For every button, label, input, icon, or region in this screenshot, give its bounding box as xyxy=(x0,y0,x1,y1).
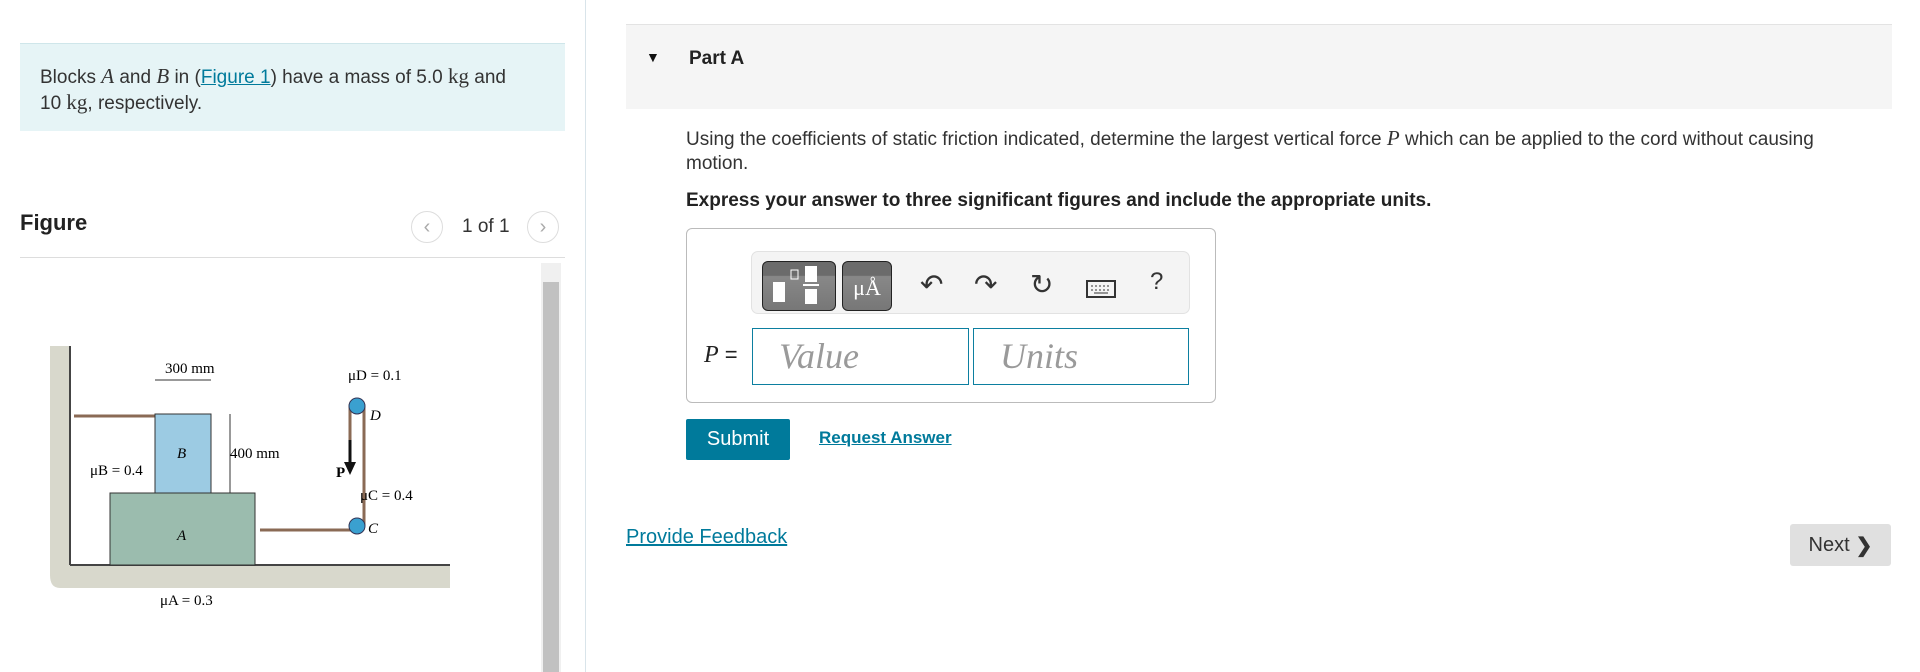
var-b: B xyxy=(156,64,170,88)
pane-divider[interactable] xyxy=(585,0,586,672)
instruction: Express your answer to three significant… xyxy=(686,190,1432,211)
label-p: P xyxy=(336,465,345,481)
label-d: D xyxy=(369,408,381,424)
text: in ( xyxy=(169,67,201,88)
text: Using the coefficients of static frictio… xyxy=(686,129,1387,150)
part-a-header[interactable]: ▼ Part A xyxy=(626,24,1892,109)
text: ) have a mass of 5.0 xyxy=(270,67,448,88)
figure-title: Figure xyxy=(20,210,88,235)
figure-pager: 1 of 1 xyxy=(462,216,510,237)
pulley-c xyxy=(348,517,366,535)
label-height: 400 mm xyxy=(230,446,280,462)
problem-statement: Blocks A and B in (Figure 1) have a mass… xyxy=(20,43,565,131)
label-mu-d: μD = 0.1 xyxy=(348,368,402,384)
figure-image: 300 mm 400 mm B A μB = 0.4 μA = 0.3 μD =… xyxy=(50,346,450,609)
text: which can be applied to the cord without… xyxy=(1399,129,1814,150)
reset-icon[interactable]: ↻ xyxy=(1030,268,1053,301)
undo-icon[interactable]: ↶ xyxy=(920,268,943,301)
label-mu-a: μA = 0.3 xyxy=(160,593,213,609)
chevron-right-icon: ❯ xyxy=(1855,534,1873,557)
templates-button[interactable] xyxy=(762,261,836,311)
text: motion. xyxy=(686,153,749,174)
math-toolbar: μÅ ↶ ↷ ↻ ? xyxy=(751,251,1190,314)
var-p: P xyxy=(704,342,719,368)
label-width: 300 mm xyxy=(165,361,215,377)
unit: kg xyxy=(66,90,88,114)
label-mu-b: μB = 0.4 xyxy=(90,463,143,479)
prev-figure-button[interactable]: ‹ xyxy=(411,211,443,243)
label-b: B xyxy=(177,446,186,462)
next-label: Next xyxy=(1808,533,1850,556)
request-answer-link[interactable]: Request Answer xyxy=(819,428,952,448)
part-title: Part A xyxy=(689,48,745,69)
label-mu-c: μC = 0.4 xyxy=(360,488,413,504)
text: , respectively. xyxy=(87,93,203,114)
text: Blocks xyxy=(40,67,102,88)
next-button[interactable]: Next ❯ xyxy=(1790,524,1891,566)
fraction-template-icon xyxy=(773,266,819,304)
unit: kg xyxy=(447,64,469,88)
text: 10 xyxy=(40,93,67,114)
var-a: A xyxy=(101,64,115,88)
collapse-triangle-icon: ▼ xyxy=(646,49,660,65)
answer-label: P = xyxy=(704,342,738,369)
next-figure-button[interactable]: › xyxy=(527,211,559,243)
divider xyxy=(20,257,565,258)
chevron-left-icon: ‹ xyxy=(423,215,431,238)
value-input[interactable]: Value xyxy=(752,328,969,385)
var-p: P xyxy=(1386,126,1400,150)
units-input[interactable]: Units xyxy=(973,328,1189,385)
help-button[interactable]: ? xyxy=(1150,268,1163,296)
redo-icon[interactable]: ↷ xyxy=(974,268,997,301)
units-button[interactable]: μÅ xyxy=(842,261,892,311)
provide-feedback-link[interactable]: Provide Feedback xyxy=(626,526,787,549)
submit-button[interactable]: Submit xyxy=(686,419,790,460)
scrollbar-thumb[interactable] xyxy=(543,282,559,672)
chevron-right-icon: › xyxy=(539,215,547,238)
pulley-d xyxy=(348,397,366,415)
label-c: C xyxy=(368,521,379,537)
question-text: Using the coefficients of static frictio… xyxy=(686,126,1814,176)
text: and xyxy=(468,67,506,88)
figure-link[interactable]: Figure 1 xyxy=(201,67,271,88)
keyboard-icon[interactable] xyxy=(1086,280,1116,298)
label-a: A xyxy=(176,528,187,544)
text: and xyxy=(114,67,157,88)
equals: = xyxy=(724,342,738,367)
